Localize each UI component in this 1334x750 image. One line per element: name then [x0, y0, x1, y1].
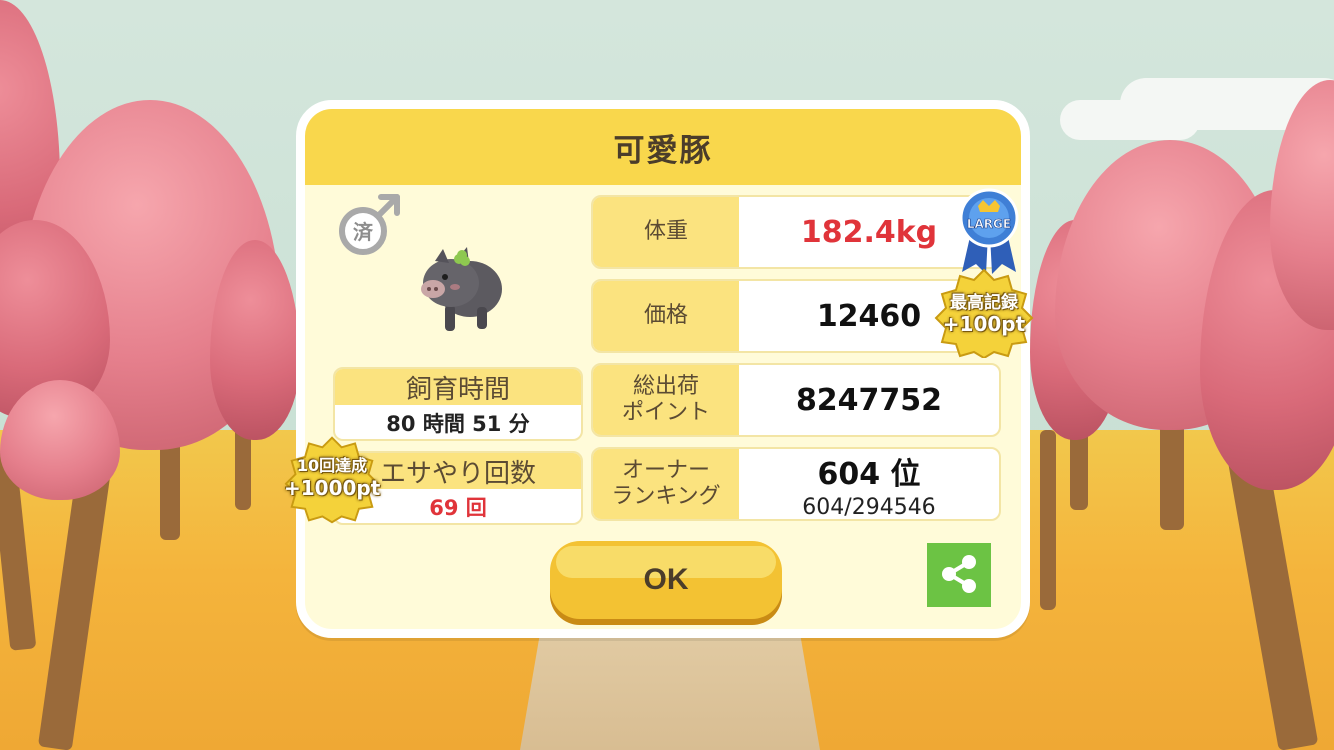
title-bar: 可愛豚	[305, 109, 1021, 185]
weight-row: 体重 182.4kg	[591, 195, 1001, 269]
cloud	[1060, 100, 1200, 140]
record-badge: 最高記録 +100pt	[934, 268, 1034, 358]
ranking-label: オーナー ランキング	[593, 449, 739, 519]
feeding-time-box: 飼育時間 80 時間 51 分	[333, 367, 583, 441]
total-points-value: 8247752	[795, 382, 943, 418]
feed-badge-line2: +1000pt	[284, 476, 381, 500]
share-icon	[937, 552, 981, 599]
record-badge-line2: +100pt	[942, 312, 1026, 336]
share-button[interactable]	[927, 543, 991, 607]
feed-badge-line1: 10回達成	[296, 456, 368, 475]
large-badge-text: LARGE	[967, 217, 1011, 231]
neutered-label: 済	[353, 220, 374, 244]
ranking-row: オーナー ランキング 604 位 604/294546	[591, 447, 1001, 521]
tree-trunk	[1040, 430, 1056, 610]
pig-info-dialog: 可愛豚 済 飼育時間 80 時間 51 分 エサやり回数 69 回 体重 182…	[296, 100, 1030, 638]
weight-label: 体重	[593, 197, 739, 267]
total-points-label: 総出荷 ポイント	[593, 365, 739, 435]
total-points-row: 総出荷 ポイント 8247752	[591, 363, 1001, 437]
pig-icon	[415, 237, 507, 337]
ok-button[interactable]: OK	[550, 541, 782, 619]
feed-achievement-badge: 10回達成 +1000pt	[284, 434, 380, 524]
record-badge-line1: 最高記録	[950, 293, 1018, 313]
ranking-sub: 604/294546	[802, 494, 936, 520]
feeding-time-label: 飼育時間	[335, 369, 581, 405]
large-ribbon-badge: LARGE	[958, 188, 1019, 274]
dialog-title: 可愛豚	[613, 132, 713, 169]
ranking-value: 604 位 604/294546	[802, 456, 936, 520]
ok-label: OK	[643, 563, 689, 596]
price-label: 価格	[593, 281, 739, 351]
male-neutered-icon: 済	[335, 189, 407, 261]
